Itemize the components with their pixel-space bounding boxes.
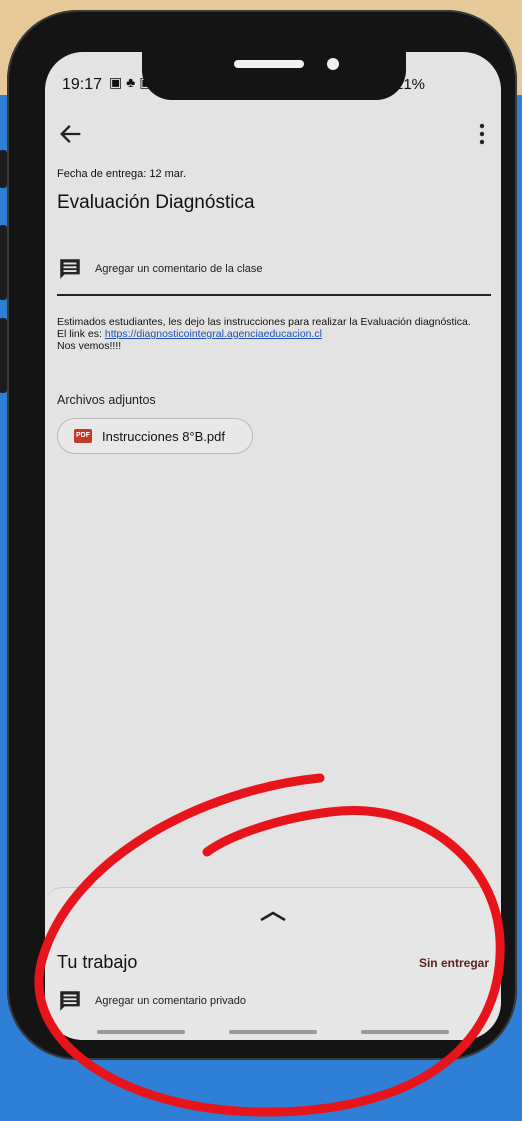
nav-bar-left [97, 1030, 185, 1034]
speaker [234, 60, 304, 68]
add-class-comment-button[interactable]: Agregar un comentario de la clase [57, 256, 263, 282]
arrow-left-icon[interactable] [57, 120, 85, 148]
submission-status: Sin entregar [418, 956, 489, 970]
class-comment-label: Agregar un comentario de la clase [95, 263, 263, 275]
private-comment-label: Agregar un comentario privado [95, 995, 247, 1007]
nav-bar-center [229, 1030, 317, 1034]
attachment-name: Instrucciones 8°B.pdf [102, 428, 225, 444]
link-prefix: El link es: [57, 328, 105, 340]
attachment-chip[interactable]: PDF Instrucciones 8°B.pdf [57, 418, 253, 454]
pdf-icon: PDF [74, 429, 92, 443]
divider [57, 294, 491, 296]
add-private-comment-button[interactable]: Agregar un comentario privado [57, 988, 246, 1014]
more-vertical-icon[interactable] [477, 122, 487, 146]
camera [327, 58, 339, 70]
assignment-description: Estimados estudiantes, les dejo las inst… [57, 316, 487, 352]
comment-icon [60, 991, 80, 1011]
volume-down-button [0, 318, 7, 393]
chevron-up-icon[interactable] [257, 908, 289, 924]
volume-up-button [0, 225, 7, 300]
your-work-sheet[interactable]: Tu trabajo Sin entregar Agregar un comen… [45, 887, 501, 1040]
closing-text: Nos vemos!!!! [57, 340, 122, 352]
evaluation-link[interactable]: https://diagnosticointegral.agenciaeduca… [105, 328, 322, 340]
description-text: Estimados estudiantes, les dejo las inst… [57, 316, 471, 328]
side-button [0, 150, 7, 188]
your-work-title: Tu trabajo [57, 952, 138, 972]
link-line: El link es: https://diagnosticointegral.… [57, 328, 487, 340]
due-date: Fecha de entrega: 12 mar. [57, 168, 187, 180]
nav-bar-right [361, 1030, 449, 1034]
notch [142, 52, 406, 100]
assignment-title: Evaluación Diagnóstica [57, 192, 255, 213]
comment-icon [60, 259, 80, 279]
phone-frame: 19:17 ▣ ♣ ▣ 21% Fecha de entrega: 12 mar… [0, 10, 517, 1060]
status-time: 19:17 [62, 76, 103, 93]
app-screen: 19:17 ▣ ♣ ▣ 21% Fecha de entrega: 12 mar… [45, 52, 501, 1040]
attachments-heading: Archivos adjuntos [57, 393, 156, 407]
